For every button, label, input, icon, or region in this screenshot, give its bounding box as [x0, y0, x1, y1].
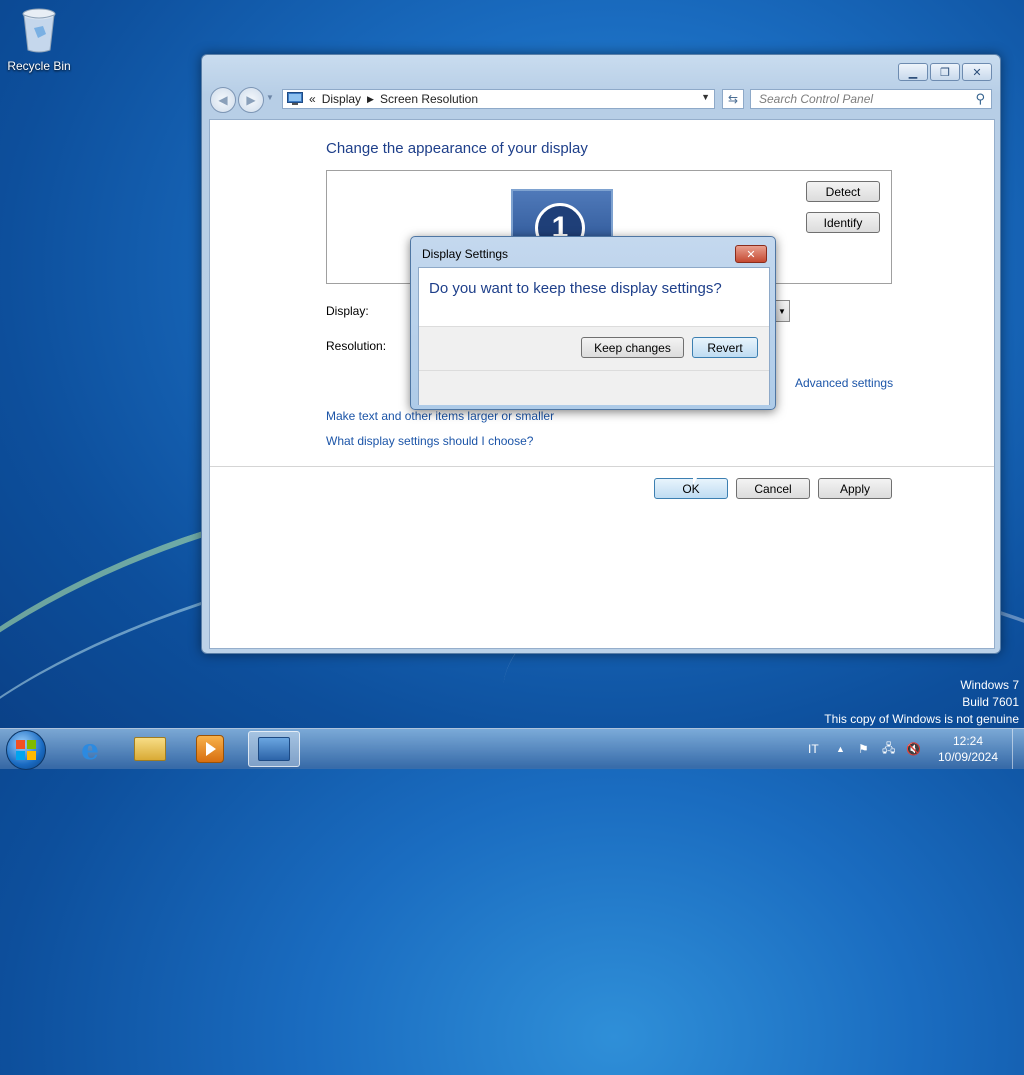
cancel-button[interactable]: Cancel [736, 478, 810, 499]
breadcrumb-screen-resolution[interactable]: Screen Resolution [380, 92, 478, 106]
refresh-button[interactable]: ⇆ [722, 89, 744, 109]
search-icon[interactable]: ⚲ [975, 91, 985, 107]
address-bar[interactable]: « Display ▶ Screen Resolution ▼ [282, 89, 715, 109]
close-icon: ✕ [972, 66, 982, 79]
volume-muted-icon[interactable]: 🔇 [906, 729, 921, 769]
breadcrumb-display[interactable]: Display [322, 92, 361, 106]
identify-button[interactable]: Identify [806, 212, 880, 233]
window-controls: ▁ ❐ ✕ [898, 63, 992, 81]
search-input[interactable]: Search Control Panel ⚲ [750, 89, 992, 109]
restore-icon: ❐ [940, 66, 950, 79]
system-clock[interactable]: 12:24 10/09/2024 [930, 733, 1006, 765]
watermark-genuine: This copy of Windows is not genuine [824, 712, 1019, 726]
dialog-question: Do you want to keep these display settin… [429, 280, 722, 297]
display-dropdown-button[interactable]: ▼ [774, 300, 790, 322]
folder-icon [134, 737, 166, 761]
footer-divider [210, 466, 994, 467]
apply-button[interactable]: Apply [818, 478, 892, 499]
breadcrumb-overflow[interactable]: « [309, 92, 316, 106]
start-button[interactable] [6, 730, 46, 770]
navigation-bar: ◀ ▶ ▼ « Display ▶ Screen Resolution ▼ ⇆ … [210, 87, 992, 113]
display-settings-help-link[interactable]: What display settings should I choose? [326, 434, 533, 448]
media-player-icon [196, 735, 224, 763]
watermark-build: Build 7601 [962, 695, 1019, 709]
minimize-icon: ▁ [908, 66, 918, 79]
dialog-close-button[interactable]: ✕ [735, 245, 767, 263]
back-button[interactable]: ◀ [210, 87, 236, 113]
dialog-body: Do you want to keep these display settin… [418, 267, 770, 405]
close-icon: ✕ [746, 248, 756, 261]
close-button[interactable]: ✕ [962, 63, 992, 81]
refresh-icon: ⇆ [727, 92, 739, 106]
language-indicator[interactable]: IT [808, 729, 819, 769]
dialog-title: Display Settings [422, 247, 509, 261]
taskbar-media-player[interactable] [184, 731, 236, 767]
advanced-settings-link[interactable]: Advanced settings [795, 376, 893, 390]
show-hidden-icons-icon[interactable]: ▲ [836, 729, 845, 769]
dialog-action-area: Keep changes Revert [419, 326, 769, 371]
control-panel-icon [258, 737, 290, 761]
display-settings-dialog: Display Settings ✕ Do you want to keep t… [410, 236, 776, 410]
clock-time: 12:24 [952, 734, 984, 748]
mouse-cursor-icon [693, 469, 700, 485]
resolution-label: Resolution: [326, 339, 387, 353]
windows-watermark: Windows 7 Build 7601 This copy of Window… [824, 677, 1019, 728]
chevron-down-icon: ▼ [778, 306, 786, 316]
taskbar-control-panel[interactable] [248, 731, 300, 767]
ok-button[interactable]: OK [654, 478, 728, 499]
recycle-bin-label: Recycle Bin [7, 59, 71, 73]
action-center-flag-icon[interactable]: ⚑ [858, 729, 869, 769]
recycle-bin-icon [22, 8, 56, 53]
internet-explorer-icon: e [81, 732, 99, 766]
control-panel-icon [287, 92, 303, 105]
desktop-icon-recycle-bin[interactable]: Recycle Bin [4, 6, 74, 73]
windows-logo-icon [16, 740, 36, 760]
address-dropdown-icon[interactable]: ▼ [701, 92, 710, 102]
detect-button[interactable]: Detect [806, 181, 880, 202]
breadcrumb-separator-icon[interactable]: ▶ [367, 94, 374, 105]
show-desktop-button[interactable] [1012, 729, 1024, 769]
minimize-button[interactable]: ▁ [898, 63, 928, 81]
taskbar-internet-explorer[interactable]: e [64, 731, 116, 767]
display-label: Display: [326, 304, 369, 318]
network-icon[interactable]: 🖧 [882, 729, 895, 769]
forward-arrow-icon: ▶ [246, 93, 256, 107]
page-title: Change the appearance of your display [326, 140, 588, 157]
forward-button[interactable]: ▶ [238, 87, 264, 113]
keep-changes-button[interactable]: Keep changes [581, 337, 684, 358]
recent-pages-icon[interactable]: ▼ [266, 93, 274, 102]
dialog-footer [419, 370, 769, 405]
taskbar: e IT ▲ ⚑ 🖧 🔇 12:24 10/09/2024 [0, 728, 1024, 770]
text-size-link[interactable]: Make text and other items larger or smal… [326, 409, 554, 423]
back-arrow-icon: ◀ [218, 93, 228, 107]
taskbar-windows-explorer[interactable] [124, 731, 176, 767]
watermark-os: Windows 7 [960, 678, 1019, 692]
clock-date: 10/09/2024 [937, 750, 999, 764]
search-placeholder: Search Control Panel [759, 92, 874, 106]
maximize-button[interactable]: ❐ [930, 63, 960, 81]
revert-button[interactable]: Revert [692, 337, 758, 358]
